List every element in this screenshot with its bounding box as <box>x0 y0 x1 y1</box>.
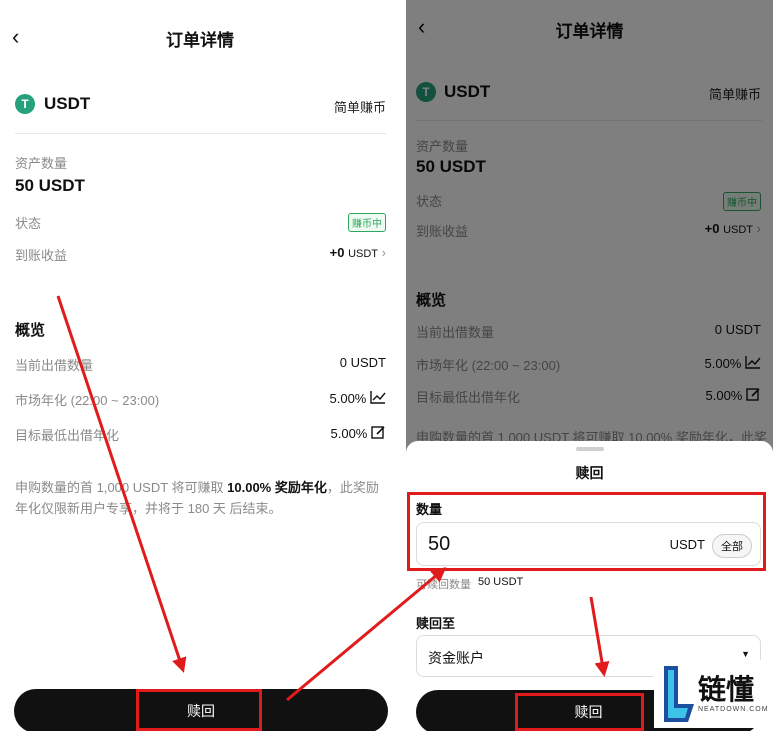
product-type: 简单赚币 <box>333 100 386 115</box>
min-apr-value-row: 5.00% <box>331 425 387 441</box>
asset-label: 资产数量 <box>15 156 68 171</box>
watermark-brand: 链懂 <box>698 674 755 705</box>
watermark-site: NEATDOWN.COM <box>698 706 769 713</box>
earnings-value-row[interactable]: +0 USDT › <box>330 245 386 260</box>
earnings-label: 到账收益 <box>15 248 68 263</box>
promo-note: 申购数量的首 1,000 USDT 将可赚取 10.00% 奖励年化，此奖励年化… <box>15 477 385 519</box>
lend-label: 当前出借数量 <box>15 358 94 373</box>
min-apr-label: 目标最低出借年化 <box>15 428 120 443</box>
sheet-handle[interactable] <box>576 447 604 451</box>
destination-value: 资金账户 <box>428 650 484 666</box>
divider <box>15 133 386 134</box>
status-badge: 赚币中 <box>348 213 386 232</box>
promo-note-part: 申购数量的首 1,000 USDT 将可赚取 <box>15 480 228 495</box>
highlight-box-quantity <box>407 492 766 571</box>
highlight-box-left-redeem <box>136 689 262 731</box>
earnings-value: +0 <box>329 245 345 260</box>
page-title: 订单详情 <box>166 31 234 50</box>
status-label: 状态 <box>15 216 42 231</box>
dropdown-caret-icon: ▼ <box>741 649 750 659</box>
apr-label: 市场年化 (22:00 ~ 23:00) <box>15 393 160 408</box>
highlight-box-confirm <box>515 693 644 731</box>
sheet-title: 赎回 <box>575 465 604 481</box>
tether-icon: T <box>15 94 35 114</box>
coin-name: USDT <box>44 94 91 113</box>
edit-icon[interactable] <box>371 425 386 439</box>
trend-chart-icon[interactable] <box>370 390 386 404</box>
min-apr-value: 5.00% <box>330 426 368 441</box>
asset-value: 50 USDT <box>15 176 85 195</box>
chevron-right-icon: › <box>381 245 386 260</box>
apr-value: 5.00% <box>329 391 367 406</box>
promo-note-highlight: 10.00% 奖励年化 <box>227 480 327 495</box>
left-screen: ‹ 订单详情 T USDT 简单赚币 资产数量 50 USDT 状态 赚币中 到… <box>0 0 400 731</box>
destination-label: 赎回至 <box>416 616 456 631</box>
earnings-unit: USDT <box>348 248 379 260</box>
apr-value-row: 5.00% <box>330 390 387 406</box>
watermark-logo: 链懂 NEATDOWN.COM <box>654 660 773 728</box>
redeemable-label: 可赎回数量 <box>416 579 471 591</box>
overview-heading: 概览 <box>15 322 46 339</box>
brand-mark-icon <box>664 666 694 722</box>
lend-value: 0 USDT <box>339 355 386 370</box>
redeemable-value: 50 USDT <box>478 576 524 588</box>
right-screen: ‹ 订单详情 T USDT 简单赚币 资产数量 50 USDT 状态 赚币中 到… <box>406 0 773 731</box>
